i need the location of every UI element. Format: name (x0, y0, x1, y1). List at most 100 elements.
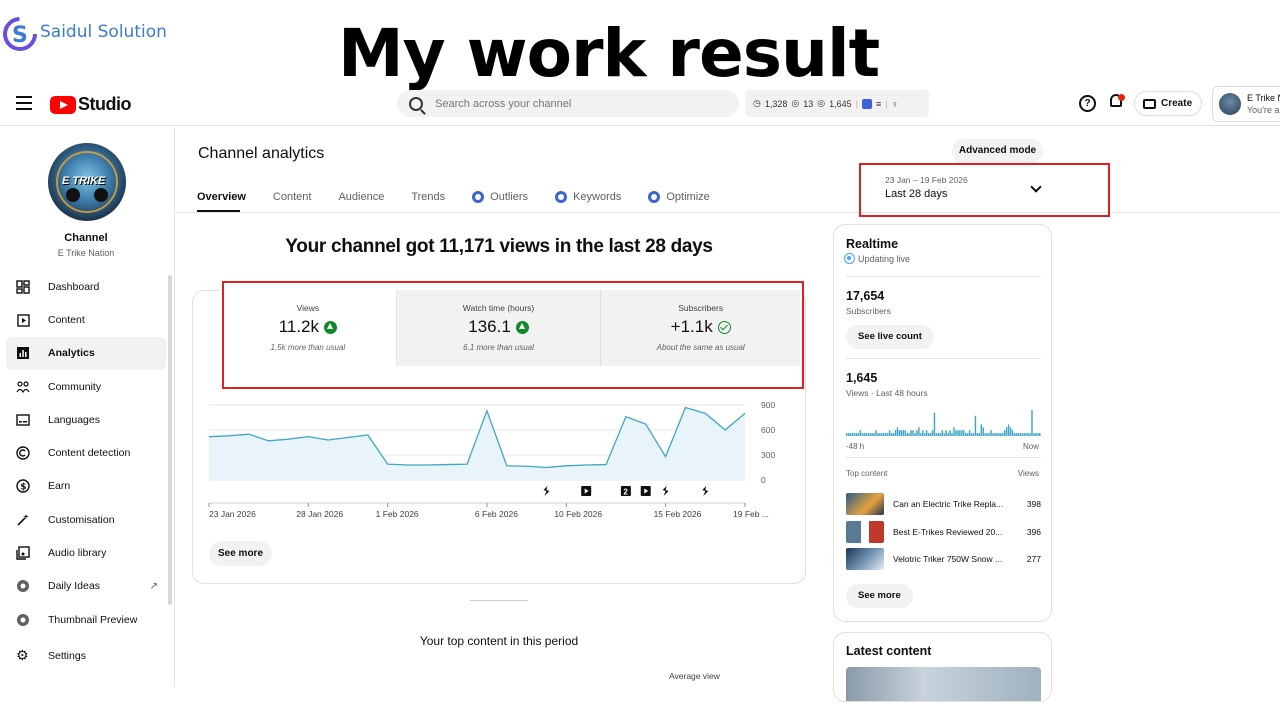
account-switcher[interactable]: E Trike N You're an (1212, 86, 1280, 122)
tab-audience[interactable]: Audience (338, 188, 384, 206)
sidebar-item-settings[interactable]: ⚙ Settings (16, 647, 86, 664)
spark-bar (853, 433, 856, 436)
gear-icon: ⚙ (16, 647, 29, 663)
channel-title: Channel (64, 232, 108, 244)
sidebar-item-label: Analytics (48, 347, 95, 360)
see-live-count-button[interactable]: See live count (846, 325, 934, 349)
sidebar-item-dashboard[interactable]: Dashboard (6, 270, 166, 303)
youtube-studio-logo[interactable]: Studio (50, 94, 132, 115)
spark-bar (873, 433, 875, 436)
spark-bar (1037, 433, 1039, 436)
tabs-divider (175, 212, 1280, 213)
spark-bar (947, 433, 949, 436)
advanced-mode-button[interactable]: Advanced mode (952, 139, 1043, 163)
spark-bar (951, 433, 953, 436)
spark-bar (885, 433, 887, 436)
top-content-row[interactable]: Can an Electric Trike Repla... 398 (846, 493, 1041, 515)
views-48h-count: 1,645 (846, 371, 878, 385)
see-more-button[interactable]: See more (209, 541, 272, 566)
extension-badge-icon (555, 191, 568, 203)
sidebar-item-community[interactable]: Community (6, 370, 166, 403)
video-views: 277 (1026, 554, 1041, 564)
extension-icon[interactable] (862, 98, 872, 109)
hamburger-menu-icon[interactable] (16, 96, 32, 110)
community-icon (16, 380, 30, 394)
sidebar-item-label: Audio library (48, 547, 107, 560)
tab-optimize[interactable]: Optimize (648, 188, 710, 206)
sidebar-scrollbar[interactable] (168, 275, 172, 605)
sidebar-item-audio-library[interactable]: Audio library (6, 536, 166, 569)
tab-content[interactable]: Content (273, 188, 312, 206)
search-input[interactable] (435, 97, 715, 110)
help-icon[interactable]: ? (1079, 95, 1096, 112)
spark-bar (937, 433, 940, 436)
youtube-play-icon (50, 95, 76, 114)
sidebar-item-analytics[interactable]: Analytics (6, 336, 166, 370)
spark-bar (863, 433, 865, 436)
spark-bar (871, 433, 873, 436)
spark-bar (931, 430, 934, 436)
video-thumbnail (846, 521, 884, 543)
sidebar-item-label: Content (48, 313, 85, 326)
sidebar-item-customisation[interactable]: Customisation (6, 503, 166, 536)
tab-label: Audience (338, 191, 385, 203)
spark-bar (1033, 433, 1035, 436)
live-status: Updating live (844, 253, 910, 264)
spark-bar (953, 427, 955, 436)
spark-bar (914, 433, 916, 436)
subscriber-count: 17,654 (846, 289, 885, 303)
account-subtitle: You're an (1247, 105, 1280, 115)
spark-bar (904, 430, 906, 436)
spark-bar (894, 430, 897, 436)
subscriber-label: Subscribers (846, 306, 891, 316)
sidebar-item-label: Earn (48, 480, 71, 493)
latest-content-thumbnail[interactable] (846, 667, 1041, 701)
spark-bar (929, 433, 932, 436)
spark-bar (984, 433, 986, 436)
spark-bar (888, 430, 891, 436)
spark-bar (846, 433, 848, 436)
latest-content-panel: Latest content (833, 632, 1052, 702)
top-content-row[interactable]: Velotric Triker 750W Snow ... 277 (846, 548, 1041, 570)
video-thumbnail (846, 493, 884, 515)
top-bar: Studio ◷ 1,328 ◎ 13 ◎ 1,645 | ≡ | ♀ ? Cr… (0, 84, 1280, 126)
spark-bar (927, 433, 930, 436)
tab-keywords[interactable]: Keywords (555, 188, 621, 206)
award-icon[interactable]: ♀ (892, 99, 899, 109)
sidebar-item-earn[interactable]: $ Earn (6, 470, 166, 503)
list-icon[interactable]: ≡ (876, 99, 881, 109)
spark-bar (1031, 410, 1033, 436)
sidebar-item-thumbnail-preview[interactable]: Thumbnail Preview (6, 603, 166, 636)
top-content-row[interactable]: Best E-Trikes Reviewed 20... 396 (846, 521, 1041, 543)
spark-bar (933, 412, 936, 436)
spark-bar (1017, 433, 1020, 436)
see-more-button[interactable]: See more (846, 584, 913, 608)
create-label: Create (1161, 98, 1193, 109)
tab-overview[interactable]: Overview (197, 188, 246, 206)
notifications-bell-icon[interactable] (1108, 94, 1125, 112)
tab-trends[interactable]: Trends (411, 188, 445, 206)
extension-stats-pill[interactable]: ◷ 1,328 ◎ 13 ◎ 1,645 | ≡ | ♀ (745, 90, 929, 117)
sidebar-item-content[interactable]: Content (6, 303, 166, 336)
realtime-bar-chart[interactable] (846, 410, 1041, 436)
realtime-title: Realtime (846, 237, 899, 251)
account-name: E Trike N (1247, 93, 1280, 103)
sidebar-item-label: Customisation (48, 513, 115, 526)
sidebar-item-languages[interactable]: Languages (6, 403, 166, 436)
shorts-icon (702, 486, 709, 496)
extension-badge-icon (472, 191, 485, 203)
search-bar[interactable] (397, 90, 739, 117)
sidebar-item-daily-ideas[interactable]: Daily Ideas ↗ (6, 570, 166, 603)
sidebar-item-content-detection[interactable]: Content detection (6, 436, 166, 469)
spark-bar (1007, 424, 1010, 436)
spark-bar (924, 433, 926, 436)
create-button[interactable]: Create (1134, 91, 1202, 116)
spark-bar (992, 433, 994, 436)
tab-outliers[interactable]: Outliers (472, 188, 528, 206)
views-chart[interactable]: 0 300 600 900 23 Jan 2026 28 Jan 2026 1 Feb 20… (205, 395, 785, 525)
dashboard-icon (16, 279, 30, 294)
spark-bar (1009, 427, 1012, 436)
channel-avatar[interactable]: E TRIKE (48, 143, 126, 221)
external-link-icon[interactable]: ↗ (150, 581, 158, 592)
video-views: 396 (1026, 527, 1041, 537)
